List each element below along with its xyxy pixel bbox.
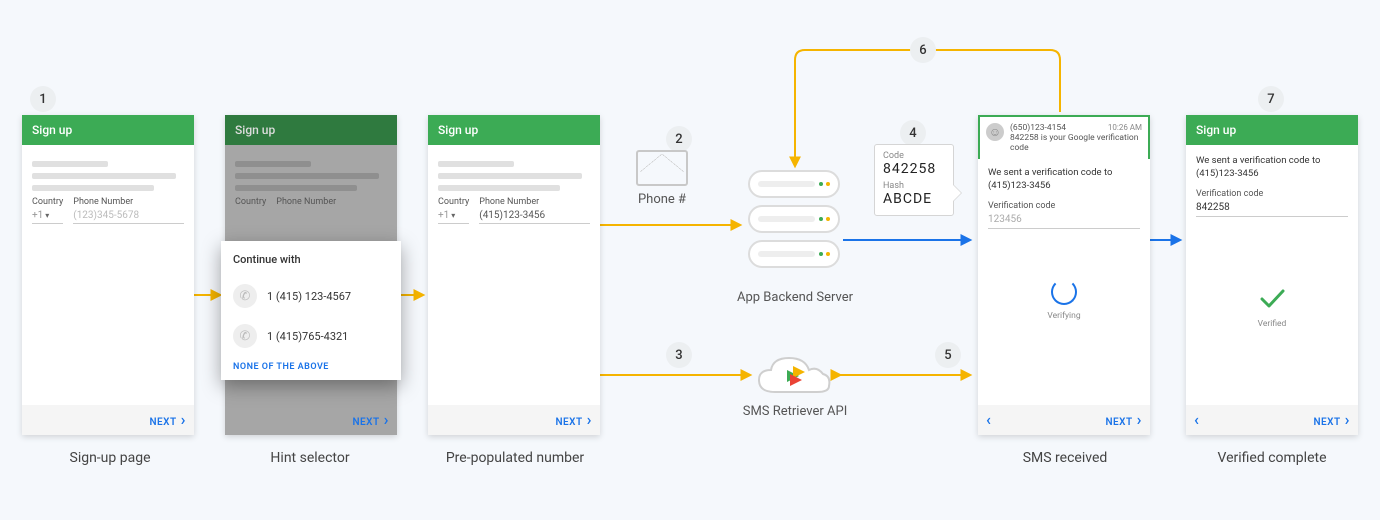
step-badge-2: 2 xyxy=(666,126,692,152)
flow-arrows xyxy=(0,0,1380,520)
sent-line-2: (415)123-3456 xyxy=(988,180,1140,191)
none-of-the-above-link[interactable]: NONE OF THE ABOVE xyxy=(233,356,389,372)
code-label: Code xyxy=(883,151,945,161)
verification-input[interactable]: 123456 xyxy=(988,211,1140,229)
hint-option-1[interactable]: ✆ 1 (415) 123-4567 xyxy=(233,276,389,316)
phone-input[interactable]: (415)123-3456 xyxy=(479,207,590,224)
envelope-icon xyxy=(636,150,688,186)
hint-option-2[interactable]: ✆ 1 (415)765-4321 xyxy=(233,316,389,356)
back-button[interactable] xyxy=(1194,412,1199,428)
phone-label: Phone Number xyxy=(73,197,184,207)
country-label: Country xyxy=(32,197,63,207)
sms-body: 842258 is your Google verification code xyxy=(1010,133,1142,153)
verifying-label: Verifying xyxy=(988,311,1140,321)
sent-line-1: We sent a verification code to xyxy=(988,167,1140,178)
verified-label: Verified xyxy=(1196,319,1348,329)
hint-dialog: Continue with ✆ 1 (415) 123-4567 ✆ 1 (41… xyxy=(221,241,401,380)
phone-verified: Sign up We sent a verification code to (… xyxy=(1186,115,1358,435)
step-badge-7: 7 xyxy=(1258,86,1284,112)
hash-label: Hash xyxy=(883,181,945,191)
step-badge-1: 1 xyxy=(30,86,56,112)
titlebar: Sign up xyxy=(428,115,600,145)
code-hash-bubble: Code 842258 Hash ABCDE xyxy=(874,144,954,216)
server-caption: App Backend Server xyxy=(730,290,860,305)
next-button[interactable]: NEXT xyxy=(352,412,389,428)
sms-time: 10:26 AM xyxy=(1108,123,1142,133)
phone-icon: ✆ xyxy=(233,284,257,308)
caption-phone4: SMS received xyxy=(965,450,1165,466)
caption-phone2: Hint selector xyxy=(210,450,410,466)
country-select[interactable]: +1 xyxy=(32,207,63,224)
verification-input[interactable]: 842258 xyxy=(1196,199,1348,217)
verification-label: Verification code xyxy=(988,201,1140,211)
phone-icon: ✆ xyxy=(233,324,257,348)
back-button[interactable] xyxy=(986,412,991,428)
phone-hint-selector: Sign up Country Phone Number Continue wi… xyxy=(225,115,397,435)
phone-input[interactable]: (123)345-5678 xyxy=(73,207,184,224)
next-button[interactable]: NEXT xyxy=(555,412,592,428)
phone-signup: Sign up Country +1 Phone Number (123)345… xyxy=(22,115,194,435)
spinner-icon xyxy=(1051,279,1077,305)
phone-sms-received: ☺ (650)123-4154 10:26 AM 842258 is your … xyxy=(978,115,1150,435)
step-badge-3: 3 xyxy=(666,342,692,368)
phone-prepopulated: Sign up Country +1 Phone Number (415)123… xyxy=(428,115,600,435)
titlebar: Sign up xyxy=(1186,115,1358,145)
country-label: Country xyxy=(438,197,469,207)
dialog-title: Continue with xyxy=(233,253,389,266)
sms-from: (650)123-4154 xyxy=(1010,123,1066,133)
sent-line-1: We sent a verification code to xyxy=(1196,155,1348,166)
avatar-icon: ☺ xyxy=(986,123,1004,141)
phone-label: Phone Number xyxy=(479,197,590,207)
code-value: 842258 xyxy=(883,161,945,177)
api-caption: SMS Retriever API xyxy=(735,404,855,419)
caption-phone1: Sign-up page xyxy=(10,450,210,466)
next-button[interactable]: NEXT xyxy=(1105,412,1142,428)
hash-value: ABCDE xyxy=(883,191,945,207)
titlebar: Sign up xyxy=(225,115,397,145)
sent-line-2: (415)123-3456 xyxy=(1196,168,1348,179)
checkmark-icon xyxy=(1257,283,1287,313)
titlebar: Sign up xyxy=(22,115,194,145)
cloud-icon xyxy=(755,352,833,400)
caption-phone3: Pre-populated number xyxy=(415,450,615,466)
next-button[interactable]: NEXT xyxy=(149,412,186,428)
verification-label: Verification code xyxy=(1196,189,1348,199)
sms-notification[interactable]: ☺ (650)123-4154 10:26 AM 842258 is your … xyxy=(978,115,1150,159)
country-select[interactable]: +1 xyxy=(438,207,469,224)
step-badge-4: 4 xyxy=(900,120,926,146)
step-badge-5: 5 xyxy=(935,342,961,368)
caption-phone5: Verified complete xyxy=(1172,450,1372,466)
next-button[interactable]: NEXT xyxy=(1313,412,1350,428)
step-badge-6: 6 xyxy=(910,37,936,63)
server-icon xyxy=(748,170,840,284)
envelope-caption: Phone # xyxy=(632,192,692,207)
